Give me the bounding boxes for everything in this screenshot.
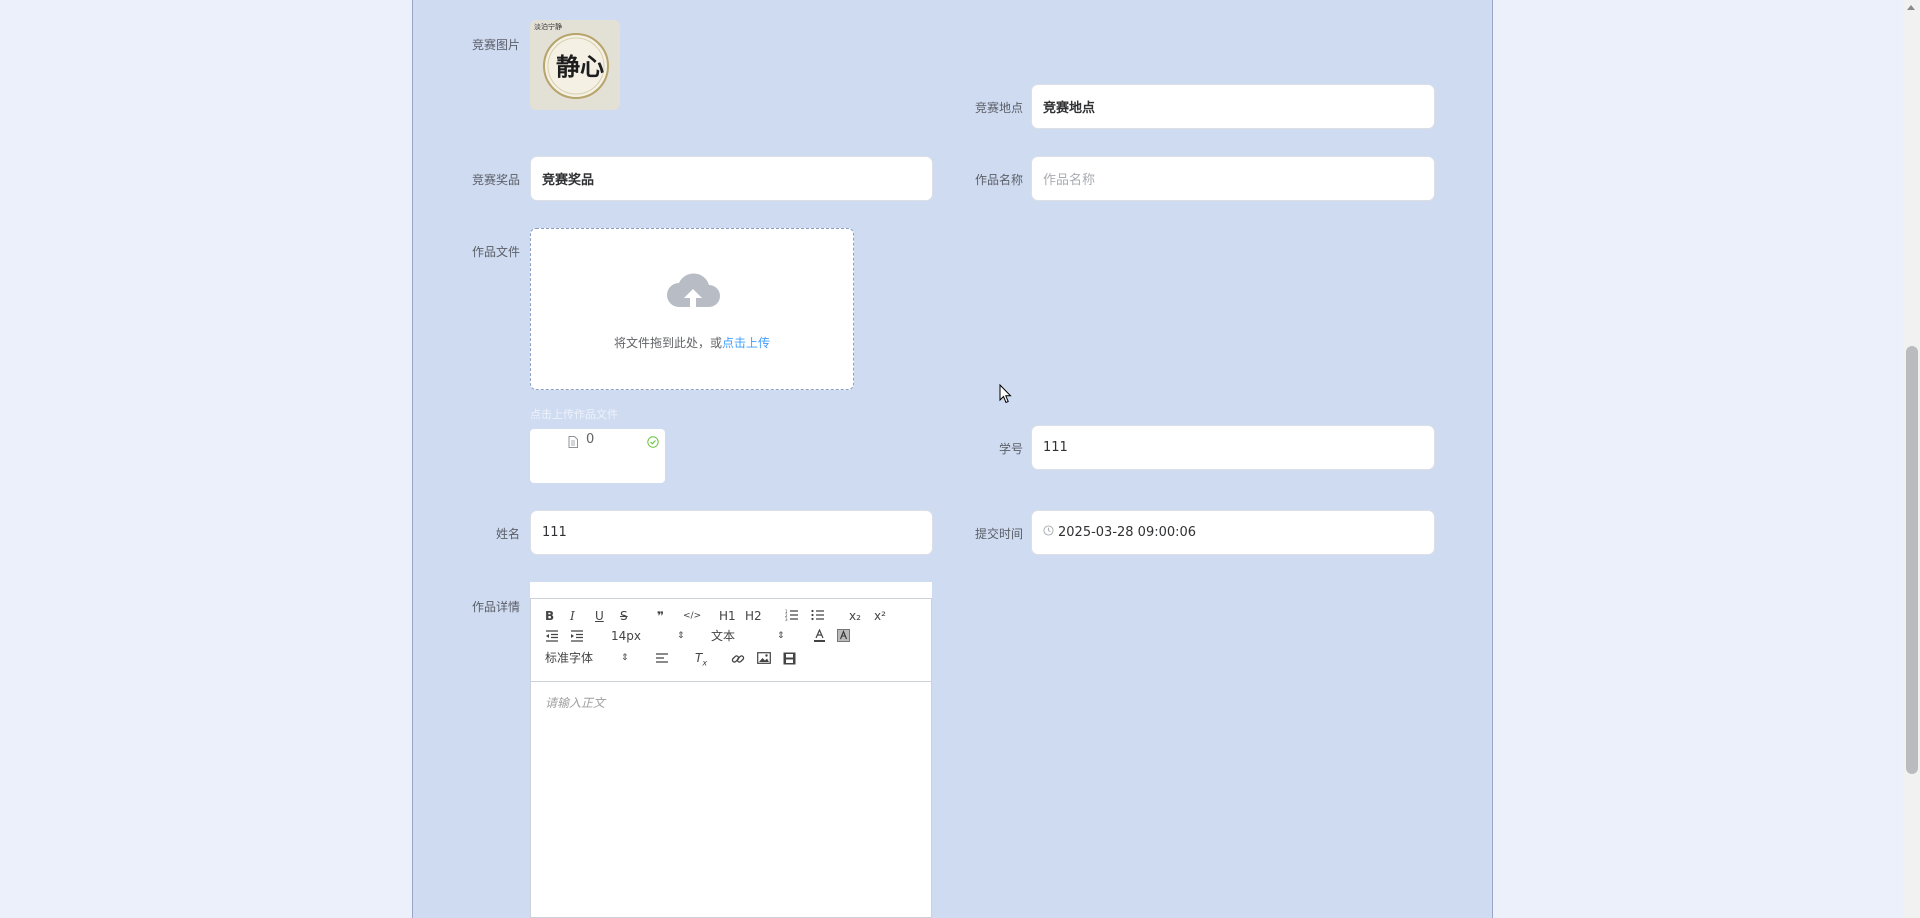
clock-icon xyxy=(1043,525,1054,540)
image-icon[interactable] xyxy=(757,652,771,664)
name-label: 姓名 xyxy=(495,527,520,541)
superscript-button[interactable]: x² xyxy=(874,608,886,624)
success-check-icon xyxy=(647,433,659,452)
editor-top-strip xyxy=(530,582,932,598)
competition-image[interactable]: 淡泊宁静 静心 xyxy=(530,20,620,110)
underline-button[interactable]: U xyxy=(595,608,604,624)
seal-image: 淡泊宁静 静心 xyxy=(530,20,620,110)
vertical-scrollbar[interactable] xyxy=(1903,0,1920,918)
uploaded-file-card[interactable]: 0 xyxy=(530,429,665,483)
upload-dropzone[interactable]: 将文件拖到此处，或点击上传 xyxy=(530,228,854,390)
h1-button[interactable]: H1 xyxy=(719,608,736,624)
italic-button[interactable]: I xyxy=(570,608,575,624)
cloud-upload-icon xyxy=(665,267,721,315)
student-id-label: 学号 xyxy=(998,442,1023,456)
indent-icon[interactable] xyxy=(570,630,584,642)
quote-button[interactable]: ❞ xyxy=(657,608,664,624)
file-name: 0 xyxy=(586,432,595,447)
submit-time-input[interactable]: 2025-03-28 09:00:06 xyxy=(1031,510,1435,555)
bold-button[interactable]: B xyxy=(545,608,554,624)
h2-button[interactable]: H2 xyxy=(745,608,762,624)
work-file-label: 作品文件 xyxy=(471,245,520,259)
scrollbar-thumb[interactable] xyxy=(1906,346,1918,774)
font-size-select-arrow-icon: ⇕ xyxy=(677,631,685,641)
mouse-cursor-icon xyxy=(999,383,1013,408)
name-input[interactable]: 111 xyxy=(530,510,933,555)
editor-placeholder: 请输入正文 xyxy=(545,696,606,710)
rich-text-editor[interactable]: B I U S ❞ </> H1 H2 123 x₂ x² 14px ⇕ 文本 … xyxy=(530,598,932,918)
detail-label: 作品详情 xyxy=(471,600,520,614)
font-size-value: 14px xyxy=(611,629,641,643)
file-icon xyxy=(568,433,578,452)
image-label: 竞赛图片 xyxy=(471,38,520,52)
work-name-label: 作品名称 xyxy=(974,173,1023,187)
font-size-select[interactable]: 14px xyxy=(611,628,641,644)
seal-text: 静心 xyxy=(556,52,604,81)
text-color-icon[interactable] xyxy=(813,629,826,642)
prize-value: 竞赛奖品 xyxy=(542,173,595,188)
subscript-button[interactable]: x₂ xyxy=(849,608,861,624)
video-icon[interactable] xyxy=(783,652,796,665)
location-label: 竞赛地点 xyxy=(974,101,1023,115)
svg-text:3: 3 xyxy=(785,617,788,621)
prize-label: 竞赛奖品 xyxy=(471,173,520,187)
image-caption: 淡泊宁静 xyxy=(534,22,562,31)
submit-time-value: 2025-03-28 09:00:06 xyxy=(1058,525,1197,540)
strike-button[interactable]: S xyxy=(620,608,628,624)
align-icon[interactable] xyxy=(655,652,669,664)
background-color-icon[interactable] xyxy=(837,629,850,642)
upload-tip: 点击上传作品文件 xyxy=(530,408,618,421)
submit-time-label: 提交时间 xyxy=(974,527,1023,541)
work-name-placeholder: 作品名称 xyxy=(1043,173,1096,188)
font-family-select[interactable]: 标准字体 xyxy=(545,650,593,666)
editor-body[interactable]: 请输入正文 xyxy=(531,682,931,723)
upload-instructions: 将文件拖到此处，或点击上传 xyxy=(531,334,853,351)
link-icon[interactable] xyxy=(731,652,745,666)
location-input[interactable]: 竞赛地点 xyxy=(1031,84,1435,129)
outdent-icon[interactable] xyxy=(545,630,559,642)
ordered-list-icon[interactable]: 123 xyxy=(785,609,799,621)
font-family-select-arrow-icon: ⇕ xyxy=(621,653,629,663)
prize-input[interactable]: 竞赛奖品 xyxy=(530,156,933,201)
student-id-value: 111 xyxy=(1043,440,1068,455)
editor-toolbar: B I U S ❞ </> H1 H2 123 x₂ x² 14px ⇕ 文本 … xyxy=(531,599,931,682)
name-value: 111 xyxy=(542,525,567,540)
student-id-input[interactable]: 111 xyxy=(1031,425,1435,470)
header-select-arrow-icon: ⇕ xyxy=(777,631,785,641)
header-select[interactable]: 文本 xyxy=(711,628,735,644)
header-select-value: 文本 xyxy=(711,629,736,643)
upload-text: 将文件拖到此处，或 xyxy=(613,336,722,350)
bullet-list-icon[interactable] xyxy=(811,609,825,621)
font-family-value: 标准字体 xyxy=(545,651,594,665)
click-upload-link[interactable]: 点击上传 xyxy=(722,336,770,350)
work-name-input[interactable]: 作品名称 xyxy=(1031,156,1435,201)
location-value: 竞赛地点 xyxy=(1043,101,1096,116)
scroll-up-arrow-icon[interactable] xyxy=(1907,5,1915,10)
clear-format-icon[interactable]: Tx xyxy=(695,650,707,671)
code-button[interactable]: </> xyxy=(683,608,701,624)
